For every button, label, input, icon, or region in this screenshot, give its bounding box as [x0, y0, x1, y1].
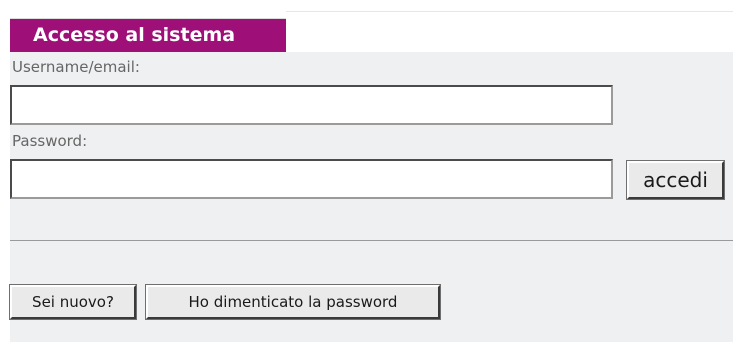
- form-divider: [10, 240, 733, 241]
- panel-title: Accesso al sistema: [33, 24, 236, 46]
- new-user-button[interactable]: Sei nuovo?: [10, 285, 136, 319]
- username-input[interactable]: [10, 85, 613, 125]
- username-label: Username/email:: [12, 58, 140, 76]
- title-row: Accesso al sistema: [0, 0, 733, 53]
- forgot-password-button[interactable]: Ho dimenticato la password: [146, 285, 440, 319]
- password-input[interactable]: [10, 159, 613, 199]
- top-divider: [286, 11, 733, 12]
- password-label: Password:: [12, 132, 88, 150]
- login-panel: Accesso al sistema Username/email: Passw…: [0, 0, 733, 342]
- login-button[interactable]: accedi: [627, 161, 724, 199]
- title-tab: Accesso al sistema: [10, 18, 286, 53]
- login-form: Username/email: Password: accedi Sei nuo…: [10, 52, 733, 342]
